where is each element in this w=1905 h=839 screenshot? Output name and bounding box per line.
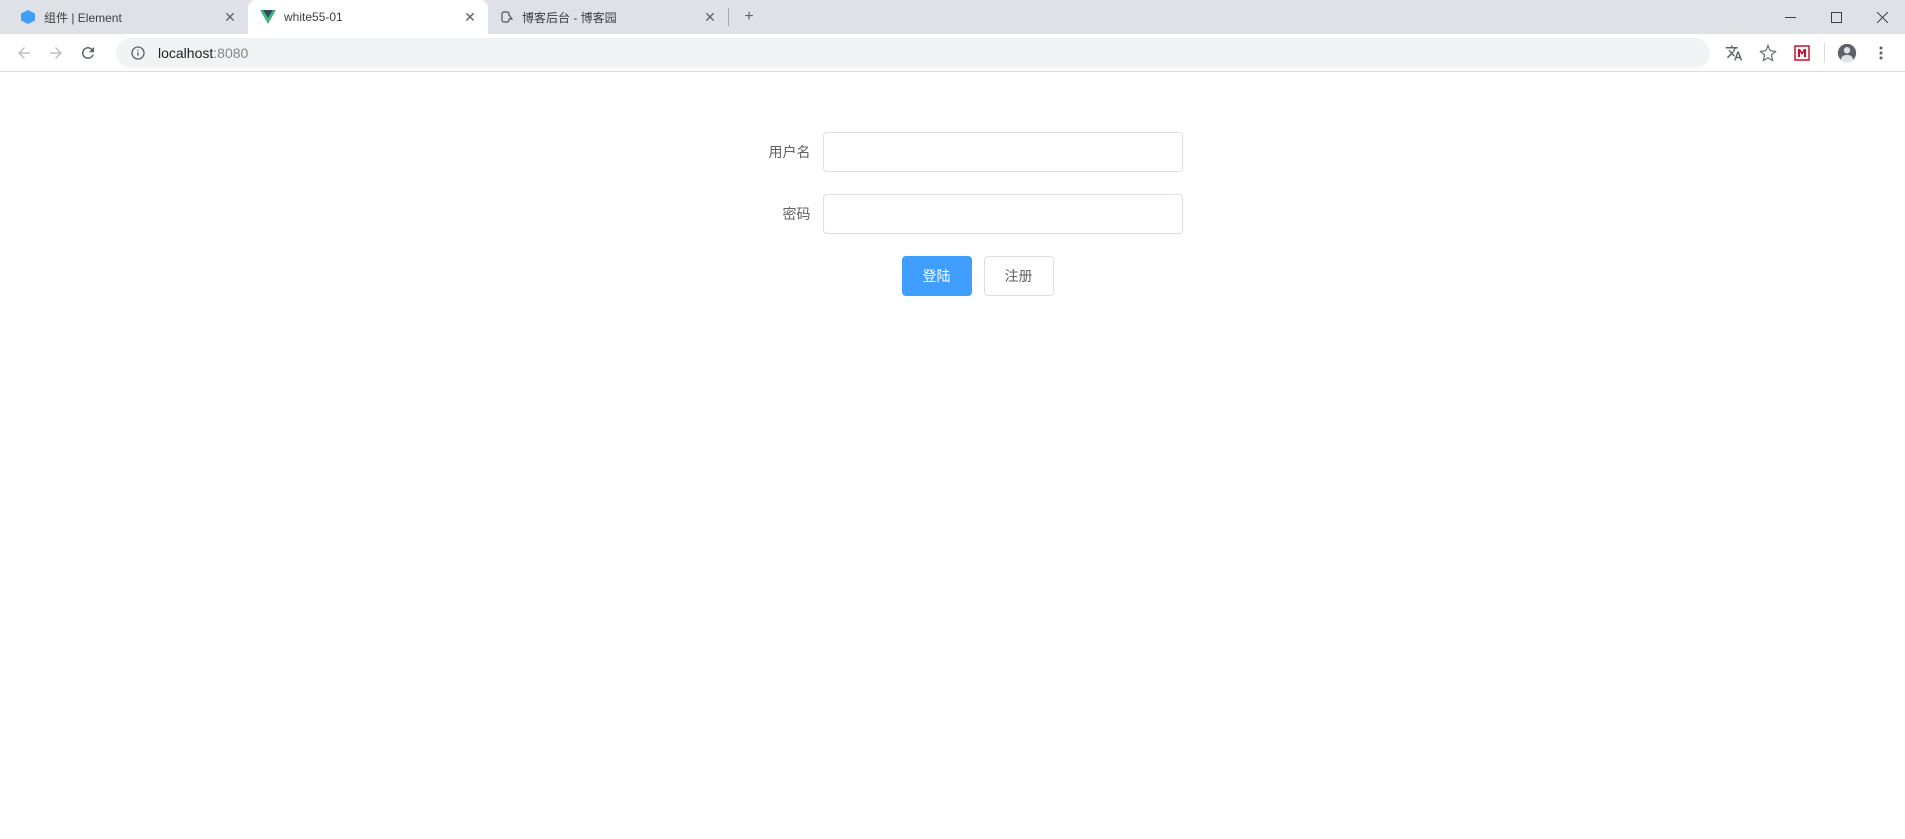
- tab-bar: 组件 | Element ✕ white55-01 ✕ 博客后台 - 博客园 ✕…: [0, 0, 1905, 34]
- tab-white55[interactable]: white55-01 ✕: [248, 0, 488, 34]
- new-tab-button[interactable]: +: [735, 3, 763, 31]
- password-label: 密码: [723, 204, 823, 224]
- browser-chrome: 组件 | Element ✕ white55-01 ✕ 博客后台 - 博客园 ✕…: [0, 0, 1905, 72]
- menu-icon[interactable]: [1865, 37, 1897, 69]
- tab-element[interactable]: 组件 | Element ✕: [8, 0, 248, 34]
- close-icon[interactable]: ✕: [702, 9, 718, 25]
- info-icon[interactable]: [130, 45, 146, 61]
- username-input[interactable]: [823, 132, 1183, 172]
- mcafee-icon[interactable]: [1786, 37, 1818, 69]
- page-content: 用户名 密码 登陆 注册: [0, 72, 1905, 296]
- form-buttons: 登陆 注册: [723, 256, 1183, 296]
- toolbar-divider: [1824, 43, 1825, 63]
- login-form: 用户名 密码 登陆 注册: [723, 132, 1183, 296]
- tab-title: 博客后台 - 博客园: [522, 9, 694, 26]
- password-row: 密码: [723, 194, 1183, 234]
- register-button[interactable]: 注册: [984, 256, 1054, 296]
- translate-icon[interactable]: [1718, 37, 1750, 69]
- address-bar[interactable]: localhost:8080: [116, 38, 1710, 68]
- minimize-button[interactable]: [1767, 0, 1813, 34]
- close-icon[interactable]: ✕: [222, 9, 238, 25]
- back-button[interactable]: [8, 37, 40, 69]
- url-host: localhost: [158, 45, 213, 61]
- profile-icon[interactable]: [1831, 37, 1863, 69]
- close-icon[interactable]: ✕: [462, 9, 478, 25]
- window-controls: [1767, 0, 1905, 34]
- toolbar: localhost:8080: [0, 34, 1905, 72]
- url-port: :8080: [213, 45, 248, 61]
- reload-button[interactable]: [72, 37, 104, 69]
- login-button[interactable]: 登陆: [902, 256, 972, 296]
- username-label: 用户名: [723, 142, 823, 162]
- close-window-button[interactable]: [1859, 0, 1905, 34]
- username-row: 用户名: [723, 132, 1183, 172]
- cnblogs-favicon: [500, 10, 514, 24]
- forward-button[interactable]: [40, 37, 72, 69]
- toolbar-right: [1718, 37, 1897, 69]
- tab-title: 组件 | Element: [44, 9, 214, 26]
- maximize-button[interactable]: [1813, 0, 1859, 34]
- password-input[interactable]: [823, 194, 1183, 234]
- star-icon[interactable]: [1752, 37, 1784, 69]
- tab-separator: [728, 8, 729, 26]
- element-favicon: [20, 9, 36, 25]
- vue-favicon: [260, 9, 276, 25]
- tab-title: white55-01: [284, 10, 454, 24]
- tab-cnblogs[interactable]: 博客后台 - 博客园 ✕: [488, 0, 728, 34]
